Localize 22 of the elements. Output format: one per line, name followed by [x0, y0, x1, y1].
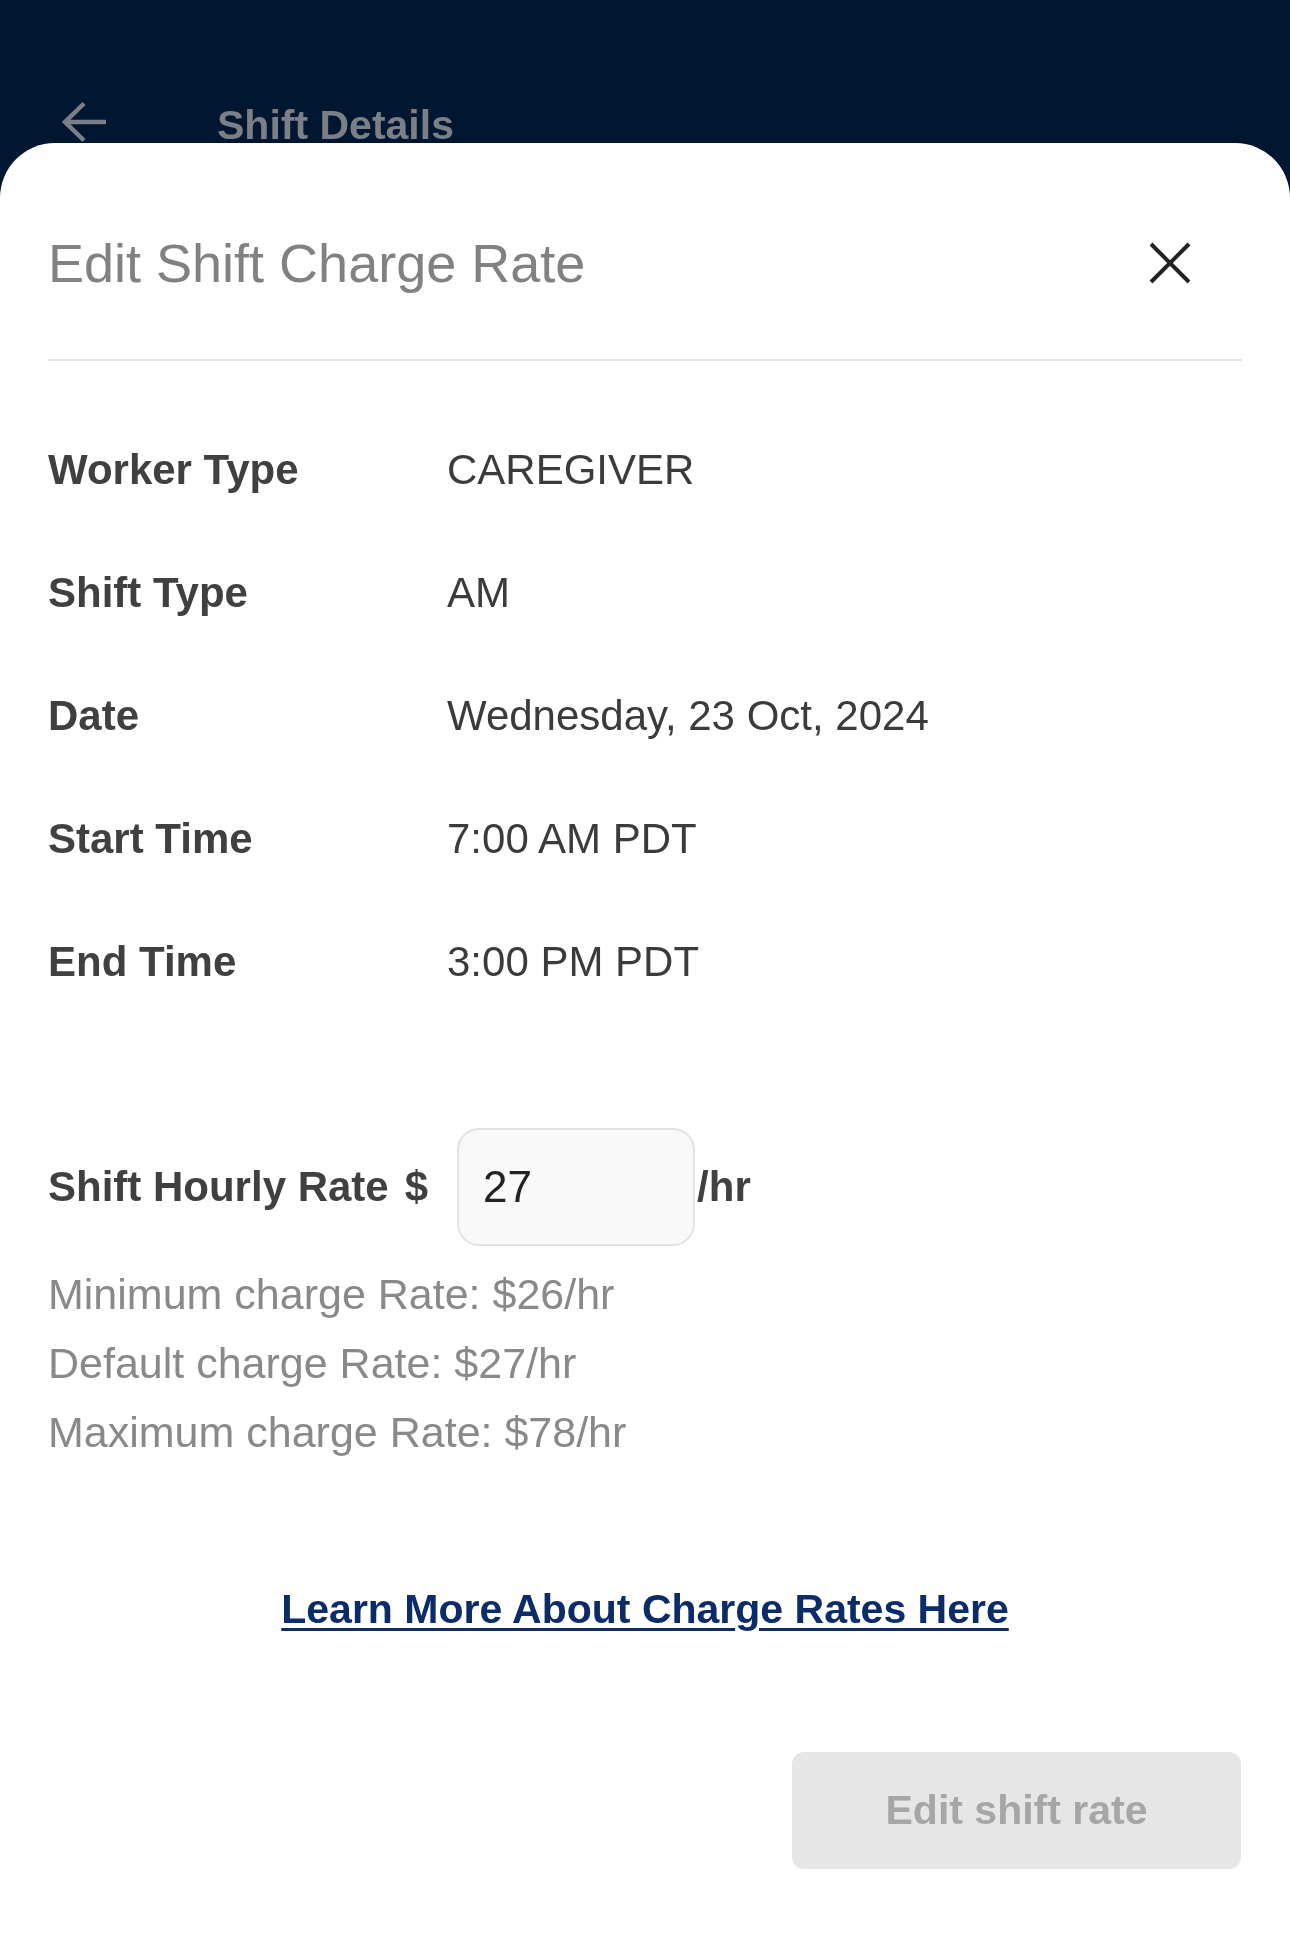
field-value: 3:00 PM PDT — [447, 937, 700, 986]
field-label: Worker Type — [48, 445, 300, 494]
back-arrow-icon[interactable] — [60, 101, 108, 143]
sheet-title: Edit Shift Charge Rate — [48, 233, 586, 293]
field-label: Date — [48, 691, 141, 740]
rate-limit-text: Default charge Rate: $27/hr — [48, 1338, 578, 1389]
field-value: 7:00 AM PDT — [447, 814, 697, 863]
rate-limit-text: Maximum charge Rate: $78/hr — [48, 1407, 628, 1458]
rate-limit-text: Minimum charge Rate: $26/hr — [48, 1269, 616, 1320]
field-value: CAREGIVER — [447, 445, 695, 494]
rate-input[interactable]: 27 — [457, 1128, 696, 1246]
field-label: End Time — [48, 937, 238, 986]
field-value: Wednesday, 23 Oct, 2024 — [447, 691, 929, 740]
rate-label: Shift Hourly Rate — [48, 1163, 389, 1211]
learn-more-link[interactable]: Learn More About Charge Rates Here — [281, 1586, 1009, 1632]
field-label: Shift Type — [48, 568, 249, 617]
rate-unit: /hr — [697, 1163, 751, 1211]
currency-symbol: $ — [404, 1163, 429, 1211]
close-icon[interactable] — [1149, 242, 1191, 284]
field-label: Start Time — [48, 814, 254, 863]
field-value: AM — [447, 568, 510, 617]
screen-title: Shift Details — [217, 101, 454, 149]
